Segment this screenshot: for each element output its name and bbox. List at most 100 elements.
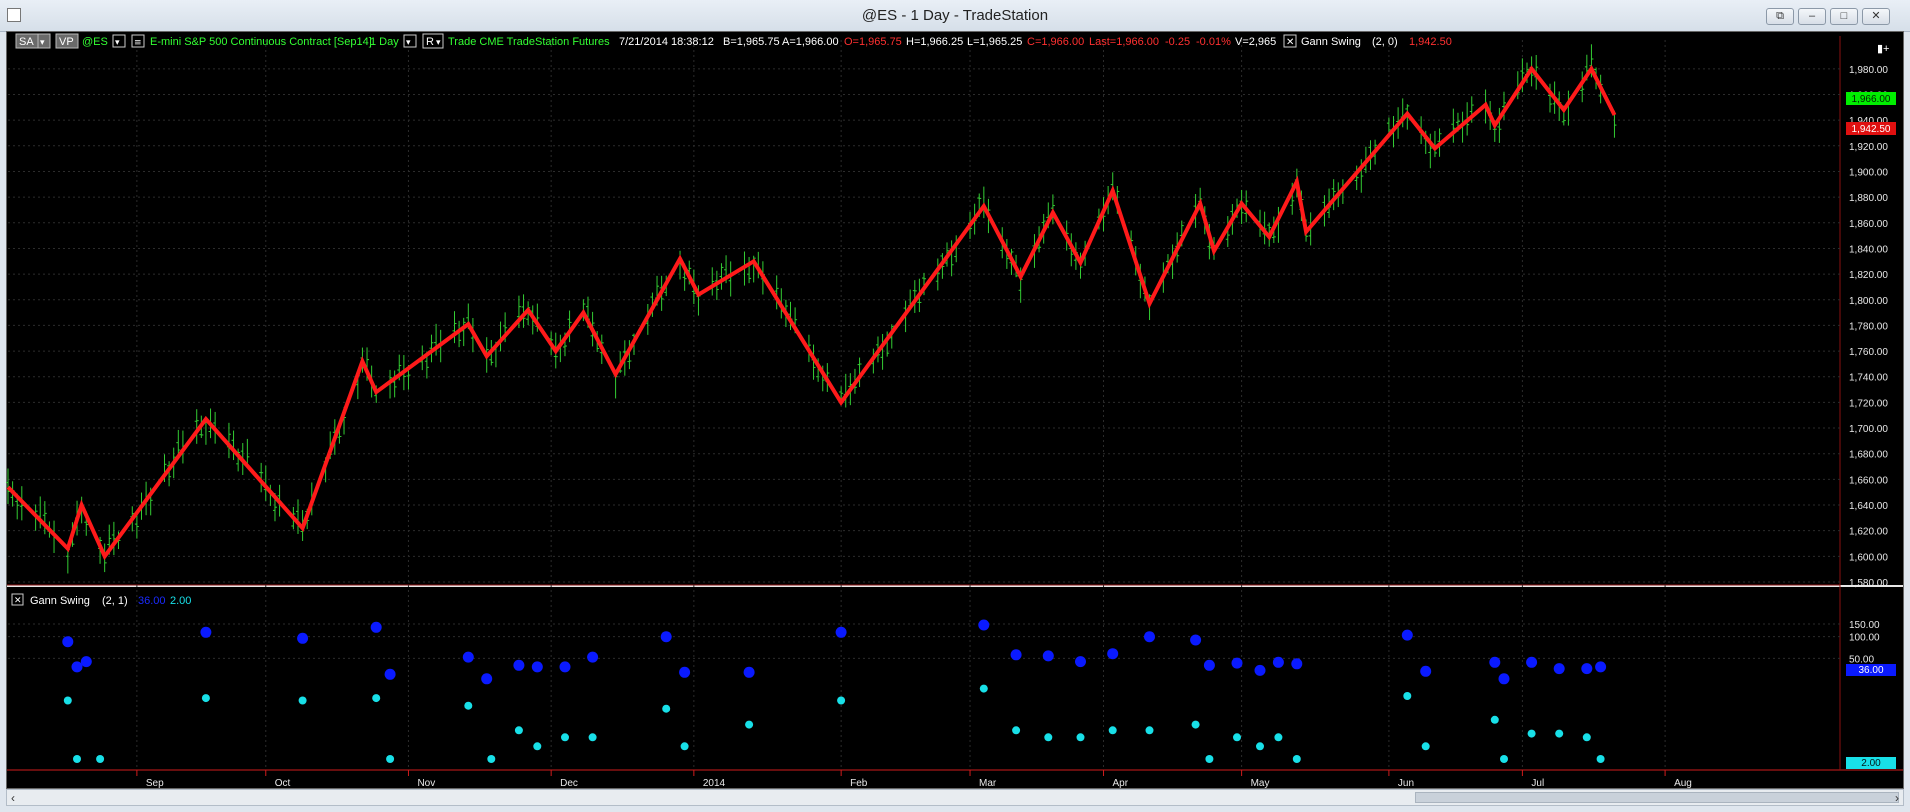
- close-icon: ✕: [1286, 37, 1294, 48]
- x-tick-label: Jun: [1398, 778, 1414, 789]
- y-tick-label: 1,600.00: [1849, 552, 1888, 563]
- swing-dot-blue: [1595, 661, 1607, 673]
- y-tick-label: 1,900.00: [1849, 167, 1888, 178]
- swing-dot-cyan: [837, 696, 846, 705]
- swing-dot-blue: [1272, 656, 1284, 668]
- swing-dot-cyan: [1233, 733, 1241, 742]
- swing-dot-blue: [513, 659, 525, 671]
- swing-dot-blue: [660, 631, 672, 643]
- symbol-description: E-mini S&P 500 Continuous Contract [Sep1…: [150, 36, 372, 48]
- indicator-name: Gann Swing: [1301, 36, 1361, 48]
- interval-text[interactable]: 1 Day: [370, 36, 399, 48]
- price-bar: [880, 333, 885, 370]
- swing-dot-blue: [1107, 648, 1119, 660]
- swing-dot-cyan: [561, 733, 569, 742]
- swing-dot-cyan: [1191, 720, 1200, 729]
- swing-dot-blue: [370, 621, 382, 633]
- swing-dot-cyan: [1292, 755, 1301, 763]
- swing-dot-cyan: [1490, 715, 1499, 724]
- swing-dot-blue: [1553, 663, 1565, 675]
- data-source-text: Trade CME TradeStation Futures: [448, 36, 610, 48]
- lower-indicator-value2: 2.00: [170, 595, 191, 607]
- y-tick-label: 1,980.00: [1849, 65, 1888, 76]
- change-text: -0.25: [1165, 36, 1190, 48]
- swing-dot-cyan: [464, 701, 473, 710]
- low-text: L=1,965.25: [967, 36, 1022, 48]
- y-tick-label: 1,840.00: [1849, 244, 1888, 255]
- chevron-down-icon: ▾: [406, 38, 411, 48]
- y-tick-label: 1,740.00: [1849, 373, 1888, 384]
- x-tick-label: Apr: [1113, 778, 1129, 789]
- price-bar: [567, 310, 572, 343]
- chart-canvas[interactable]: 1,580.00 1,600.00 1,620.00 1,640.00 1,660.00…: [0, 0, 1910, 812]
- x-tick-label: May: [1251, 778, 1270, 789]
- swing-dot-blue: [481, 673, 493, 685]
- datetime-text: 7/21/2014 18:38:12: [619, 36, 714, 48]
- swing-dot-blue: [1581, 663, 1593, 675]
- swing-dot-blue: [835, 626, 847, 638]
- swing-dot-cyan: [73, 755, 81, 763]
- y-tick-label: 1,660.00: [1849, 475, 1888, 486]
- ask-text: A=1,966.00: [782, 36, 839, 48]
- swing-dot-cyan: [1555, 729, 1564, 738]
- scroll-left-icon[interactable]: ‹: [11, 791, 15, 805]
- swing-dot-blue: [1401, 629, 1413, 641]
- time-axis-labels: Sep Oct Nov Dec 2014 Feb Mar Apr May Jun Jul Aug: [136, 770, 1692, 789]
- volume-text: V=2,965: [1235, 36, 1276, 48]
- swing-dot-blue: [1498, 673, 1510, 685]
- swing-dot-cyan: [979, 684, 988, 693]
- y-tick-label: 1,780.00: [1849, 321, 1888, 332]
- swing-dot-blue: [1254, 664, 1266, 676]
- swing-dot-cyan: [487, 755, 496, 763]
- y-tick-label: 1,620.00: [1849, 527, 1888, 538]
- swing-dot-blue: [1420, 665, 1432, 677]
- y-tick-label: 1,800.00: [1849, 296, 1888, 307]
- swing-dot-cyan: [533, 742, 542, 751]
- swing-dot-blue: [1075, 656, 1086, 668]
- swing-dot-blue: [1489, 656, 1501, 668]
- swing-dot-blue: [1190, 634, 1202, 646]
- swing-dot-cyan: [201, 694, 210, 703]
- close-icon: ✕: [14, 596, 22, 606]
- lower-axis-labels: 50.00 100.00 150.00: [1849, 620, 1880, 665]
- y-tick-label: 1,720.00: [1849, 398, 1888, 409]
- x-tick-label: Feb: [850, 778, 868, 789]
- indicator-params: (2, 0): [1372, 36, 1398, 48]
- vp-label: VP: [59, 36, 74, 48]
- swing-dot-cyan: [745, 720, 754, 729]
- swing-dot-cyan: [1044, 733, 1053, 742]
- swing-dot-blue: [1291, 658, 1303, 670]
- swing-dot-blue: [743, 666, 755, 678]
- horizontal-scrollbar[interactable]: ‹ ›: [6, 789, 1904, 806]
- symbol-text[interactable]: @ES: [82, 36, 108, 48]
- swing-dot-blue: [71, 661, 83, 673]
- indicator-value: 1,942.50: [1409, 36, 1452, 48]
- scroll-right-icon[interactable]: ›: [1895, 791, 1899, 805]
- lower-value1-tag-text: 36.00: [1858, 665, 1883, 676]
- pin-panel-icon[interactable]: ▮+: [1877, 43, 1889, 55]
- price-bar: [1331, 179, 1336, 211]
- price-bar: [111, 521, 116, 556]
- swing-dot-cyan: [1256, 742, 1264, 751]
- x-tick-label: Jul: [1531, 778, 1544, 789]
- x-tick-label: Nov: [417, 778, 435, 789]
- swing-dot-blue: [200, 626, 212, 638]
- y-tick-label: 1,700.00: [1849, 424, 1888, 435]
- swing-dot-blue: [1203, 659, 1215, 671]
- lower-value2-tag-text: 2.00: [1861, 758, 1881, 769]
- lower-y-tick-label: 100.00: [1849, 633, 1880, 644]
- price-bar: [245, 438, 250, 465]
- swing-dot-cyan: [1076, 733, 1085, 742]
- swing-dot-cyan: [1582, 733, 1591, 742]
- price-bar: [452, 311, 457, 344]
- swing-dot-cyan: [1012, 726, 1021, 735]
- price-bar: [981, 186, 986, 219]
- x-tick-label: Aug: [1674, 778, 1692, 789]
- swing-dot-cyan: [1403, 692, 1412, 700]
- scrollbar-thumb[interactable]: [1415, 792, 1899, 803]
- x-tick-label: 2014: [703, 778, 726, 789]
- y-tick-label: 1,860.00: [1849, 219, 1888, 230]
- x-tick-label: Sep: [146, 778, 164, 789]
- swing-dot-cyan: [1500, 755, 1508, 763]
- lower-y-tick-label: 50.00: [1849, 654, 1874, 665]
